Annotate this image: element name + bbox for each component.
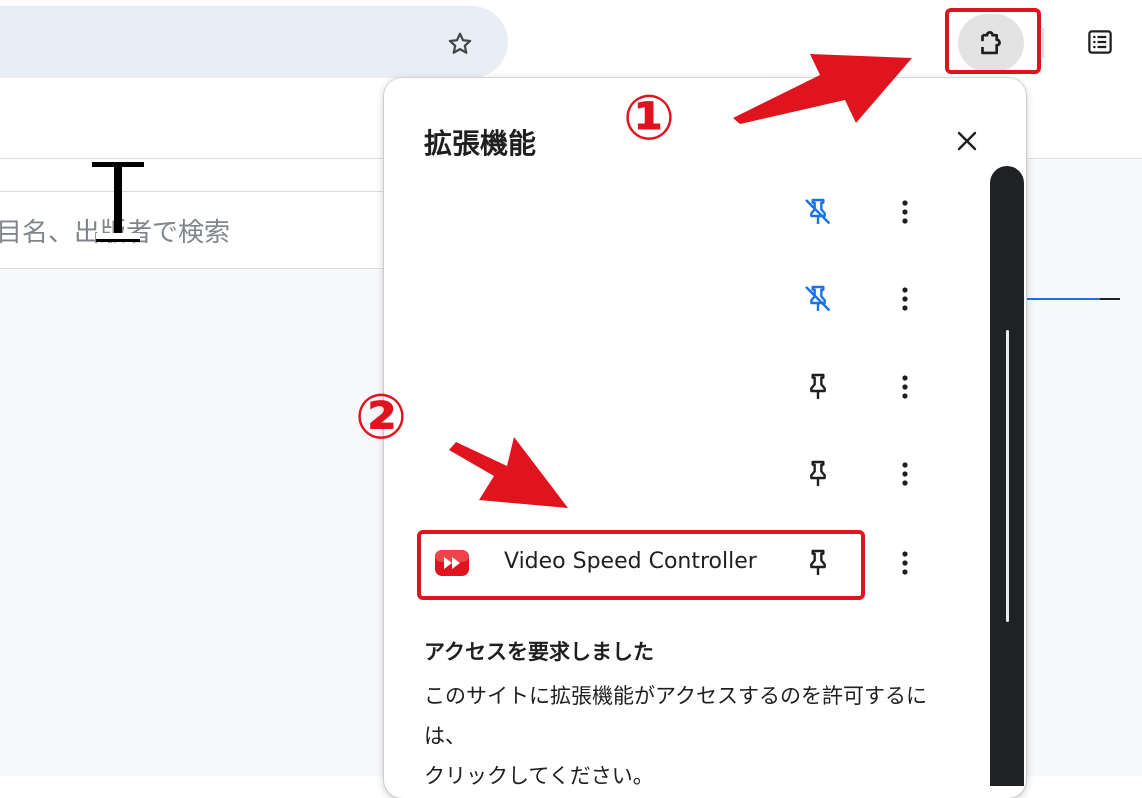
step2-arrow: [449, 437, 568, 508]
step2-label: ②: [354, 380, 408, 453]
step1-arrow: [733, 54, 912, 124]
annotation-arrows: [449, 54, 912, 508]
step1-label: ①: [622, 81, 676, 154]
